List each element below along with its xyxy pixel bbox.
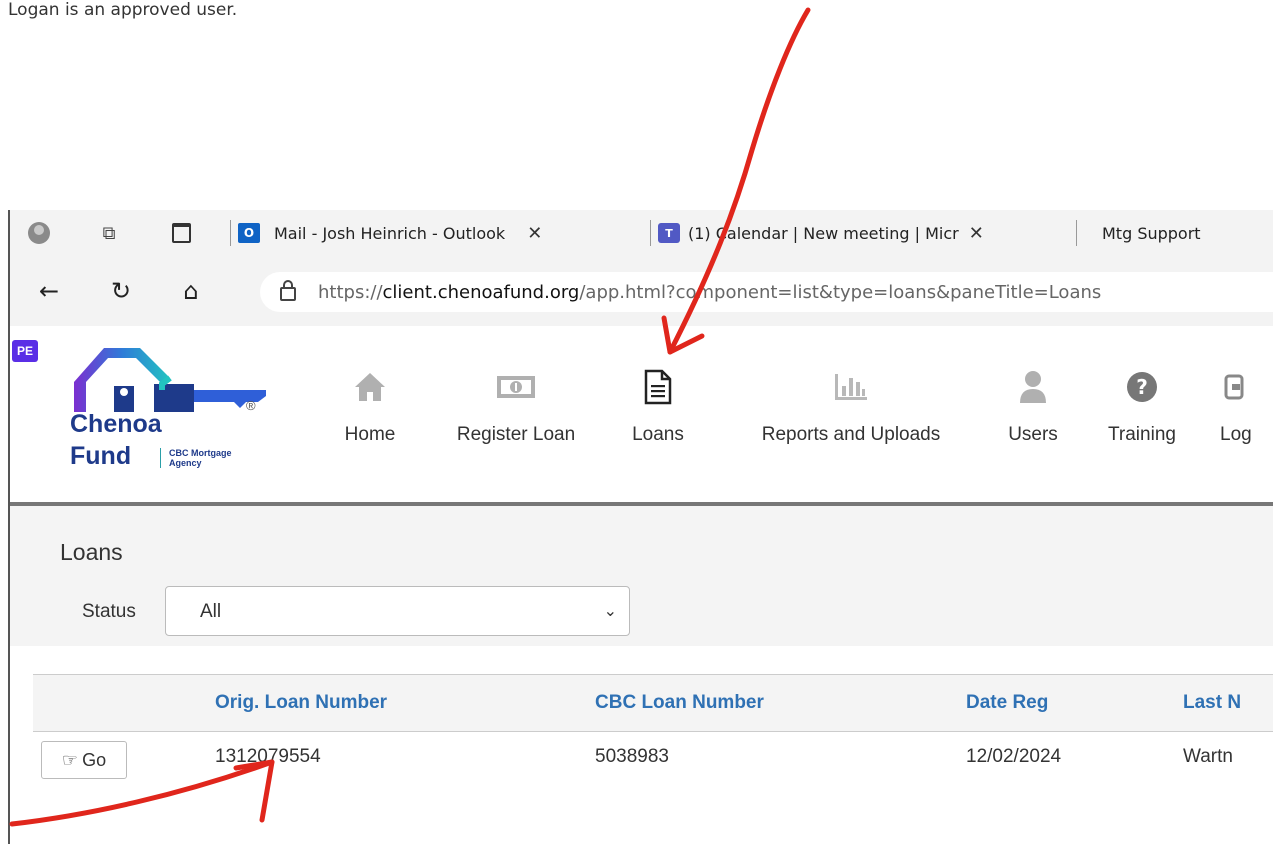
site-header: PE ® Chenoa Fund CBC Mortgage Agency Hom… (10, 326, 1273, 506)
status-value: All (200, 601, 222, 622)
outlook-icon: O (238, 223, 260, 243)
document-icon (622, 368, 694, 406)
logout-icon (1210, 368, 1273, 406)
refresh-icon[interactable]: ↻ (104, 274, 138, 308)
browser-window: ⧉ O Mail - Josh Heinrich - Outlook ✕ T (… (8, 210, 1273, 844)
back-arrow-icon[interactable]: ← (32, 274, 66, 308)
nav-label: Log (1220, 424, 1252, 445)
tab-label: Mtg Support (1102, 223, 1201, 243)
nav-label: Reports and Uploads (761, 424, 941, 445)
svg-text:?: ? (1136, 375, 1148, 399)
bar-chart-icon (726, 368, 976, 406)
column-header-orig-loan-number[interactable]: Orig. Loan Number (215, 692, 387, 714)
tab-mtg-support[interactable]: Mtg Support (1102, 216, 1201, 250)
tab-divider (1076, 220, 1077, 246)
nav-training[interactable]: ? Training (1092, 368, 1192, 458)
nav-users[interactable]: Users (996, 368, 1070, 458)
money-icon (436, 368, 596, 406)
extension-badge[interactable]: PE (12, 340, 38, 362)
column-header-last-name[interactable]: Last N (1183, 692, 1241, 714)
nav-label: Users (1008, 424, 1058, 445)
chevron-down-icon: ⌄ (603, 601, 617, 620)
url-text: https://client.chenoafund.org/app.html?c… (318, 281, 1102, 303)
teams-icon: T (658, 223, 680, 243)
url-field[interactable]: https://client.chenoafund.org/app.html?c… (260, 272, 1273, 312)
cbc-loan-number-cell: 5038983 (595, 746, 669, 767)
profile-avatar-icon[interactable] (24, 218, 54, 248)
go-button[interactable]: ☞ Go (41, 741, 127, 779)
column-header-date-reg[interactable]: Date Reg (966, 692, 1048, 714)
nav-reports-and-uploads[interactable]: Reports and Uploads (726, 368, 976, 458)
last-name-cell: Wartn (1183, 746, 1233, 767)
nav-label: Register Loan (456, 424, 576, 445)
nav-logout[interactable]: Log (1210, 368, 1273, 458)
date-reg-cell: 12/02/2024 (966, 746, 1062, 767)
table-row: ☞ Go 1312079554 5038983 12/02/2024 Wartn (33, 730, 1273, 790)
nav-label: Home (344, 424, 396, 445)
nav-home[interactable]: Home (330, 368, 410, 458)
registered-mark: ® (246, 398, 256, 413)
table-header: Orig. Loan Number CBC Loan Number Date R… (33, 674, 1273, 732)
tab-divider (230, 220, 231, 246)
status-label: Status (82, 601, 136, 622)
loans-filter-panel: Loans Status All ⌄ (10, 506, 1273, 646)
help-icon: ? (1092, 368, 1192, 406)
home-button-icon[interactable]: ⌂ (174, 274, 208, 308)
nav-register-loan[interactable]: Register Loan (436, 368, 596, 458)
hand-pointer-icon: ☞ (61, 749, 79, 771)
tab-calendar[interactable]: T (1) Calendar | New meeting | Micr ✕ (658, 216, 984, 250)
tab-label: (1) Calendar | New meeting | Micr (688, 223, 959, 243)
brand-name-line1: Chenoa (70, 410, 162, 438)
orig-loan-number-cell: 1312079554 (215, 746, 321, 767)
nav-loans[interactable]: Loans (622, 368, 694, 458)
site-page: PE ® Chenoa Fund CBC Mortgage Agency Hom… (10, 326, 1273, 844)
nav-label: Training (1108, 424, 1176, 445)
address-bar: ← ↻ ⌂ https://client.chenoafund.org/app.… (10, 260, 1273, 326)
caption-text: Logan is an approved user. (8, 0, 238, 20)
page-title: Loans (60, 539, 123, 565)
tab-label: Mail - Josh Heinrich - Outlook (274, 223, 506, 243)
tab-outlook[interactable]: O Mail - Josh Heinrich - Outlook ✕ (238, 216, 542, 250)
user-icon (996, 368, 1070, 406)
tab-actions-icon[interactable] (166, 218, 196, 248)
lock-icon (280, 280, 296, 301)
close-icon[interactable]: ✕ (969, 223, 984, 244)
tab-divider (650, 220, 651, 246)
status-select[interactable]: All ⌄ (165, 586, 630, 636)
collections-icon[interactable]: ⧉ (94, 218, 124, 248)
column-header-cbc-loan-number[interactable]: CBC Loan Number (595, 692, 764, 714)
nav-label: Loans (632, 424, 684, 445)
brand-name-line2: Fund (70, 442, 132, 470)
close-icon[interactable]: ✕ (527, 223, 542, 244)
tab-bar: ⧉ O Mail - Josh Heinrich - Outlook ✕ T (… (10, 210, 1273, 260)
brand-subtitle: CBC Mortgage Agency (160, 448, 232, 468)
home-icon (330, 368, 410, 406)
